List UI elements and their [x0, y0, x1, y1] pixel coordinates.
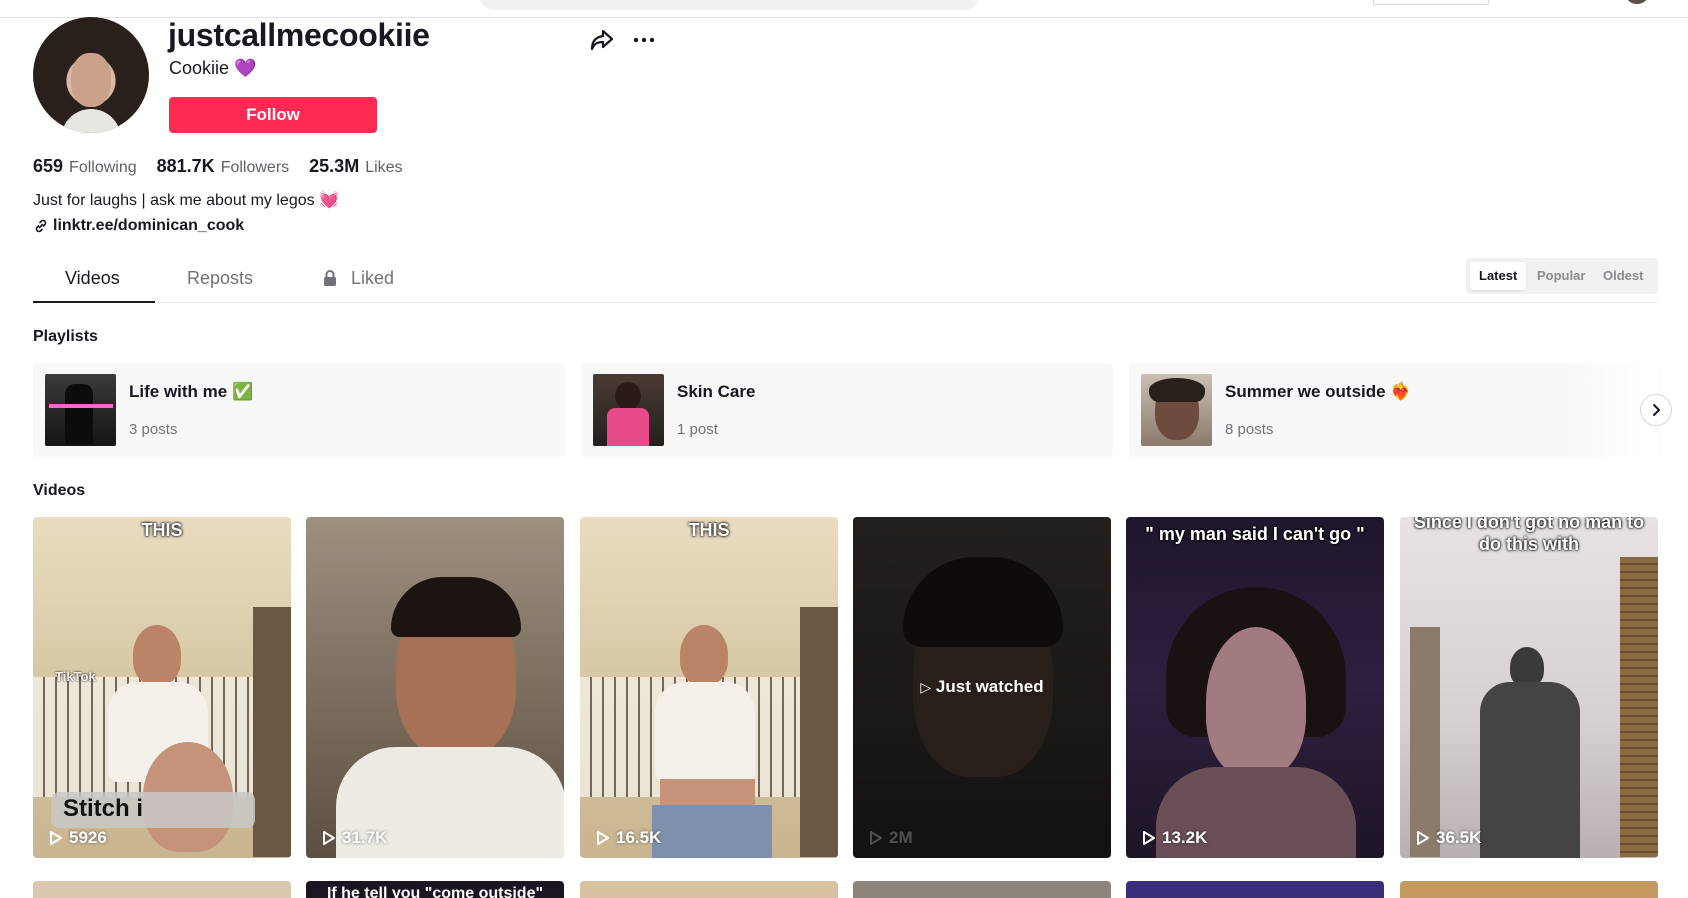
- likes-stat: 25.3M Likes: [309, 156, 402, 177]
- more-icon[interactable]: [632, 28, 656, 52]
- just-watched-label: ▷ Just watched: [920, 677, 1044, 696]
- followers-count: 881.7K: [156, 156, 215, 176]
- tab-reposts[interactable]: Reposts: [187, 268, 253, 289]
- bio: Just for laughs | ask me about my legos …: [33, 192, 339, 209]
- search-bar[interactable]: [479, 0, 979, 10]
- video-card[interactable]: If he tell you "come outside": [306, 881, 564, 898]
- view-count: 36.5K: [1416, 828, 1481, 848]
- bio-link-text: linktr.ee/dominican_cook: [53, 217, 245, 234]
- lock-icon: [324, 270, 336, 286]
- upload-button[interactable]: [1373, 0, 1489, 5]
- sort-latest[interactable]: Latest: [1470, 262, 1527, 290]
- follow-button[interactable]: Follow: [169, 97, 377, 133]
- video-card[interactable]: [580, 881, 838, 898]
- sort-oldest[interactable]: Oldest: [1594, 262, 1652, 290]
- likes-label: Likes: [365, 159, 403, 176]
- playlist-thumbnail: [45, 374, 116, 446]
- view-count: 31.7K: [322, 828, 387, 848]
- playlist-count: 8 posts: [1225, 421, 1274, 438]
- video-card[interactable]: " my man said I can't go " 13.2K: [1126, 517, 1384, 858]
- video-card[interactable]: THIS 16.5K: [580, 517, 838, 858]
- video-caption: THIS: [141, 520, 183, 540]
- play-icon: [50, 831, 62, 845]
- view-count: 5926: [49, 828, 107, 848]
- playlist-thumbnail: [593, 374, 664, 446]
- profile-avatar: [33, 17, 149, 133]
- video-caption: Since I don't got no man to do this with: [1413, 517, 1645, 554]
- tab-liked[interactable]: Liked: [351, 268, 394, 289]
- chevron-right-icon: [1653, 404, 1660, 416]
- share-icon[interactable]: [589, 28, 615, 52]
- following-stat[interactable]: 659 Following: [33, 156, 137, 177]
- tab-videos[interactable]: Videos: [65, 268, 120, 289]
- playlist-title: Summer we outside ❤️‍🔥: [1225, 382, 1412, 401]
- playlist-thumbnail: [1141, 374, 1212, 446]
- view-count: 2M: [869, 828, 913, 848]
- video-card[interactable]: Stitch i TikTok THIS 5926: [33, 517, 291, 858]
- video-card[interactable]: ▷ Just watched 2M: [853, 517, 1111, 858]
- playlist-card[interactable]: Life with me ✅ 3 posts: [33, 363, 565, 457]
- followers-stat[interactable]: 881.7K Followers: [157, 156, 290, 177]
- playlists-heading: Playlists: [33, 328, 98, 345]
- video-card[interactable]: [1126, 881, 1384, 898]
- nickname: Cookiie 💜: [169, 58, 257, 78]
- play-icon: [323, 831, 335, 845]
- playlist-count: 3 posts: [129, 421, 178, 438]
- link-icon: [35, 219, 47, 233]
- playlist-title: Life with me ✅: [129, 382, 254, 401]
- video-card[interactable]: 31.7K: [306, 517, 564, 858]
- video-card[interactable]: [33, 881, 291, 898]
- video-card[interactable]: Since I don't got no man to do this with…: [1400, 517, 1658, 858]
- playlist-title: Skin Care: [677, 382, 756, 401]
- view-count: 16.5K: [596, 828, 661, 848]
- watermark-text: TikTok: [55, 669, 96, 684]
- sort-toggle: Latest Popular Oldest: [1466, 258, 1658, 294]
- play-icon: [870, 831, 882, 845]
- playlist-card[interactable]: Skin Care 1 post: [581, 363, 1113, 457]
- username: justcallmecookiie: [168, 17, 430, 53]
- profile-tabs: Videos Reposts Liked: [33, 262, 1657, 303]
- play-icon: [1143, 831, 1155, 845]
- video-card[interactable]: [1400, 881, 1658, 898]
- stitch-overlay-text: Stitch i: [63, 795, 144, 822]
- active-tab-indicator: [33, 301, 155, 303]
- video-caption: If he tell you "come outside": [326, 885, 544, 898]
- playlist-next-button[interactable]: [1640, 394, 1672, 426]
- bio-link[interactable]: linktr.ee/dominican_cook: [33, 217, 244, 235]
- videos-heading: Videos: [33, 482, 86, 499]
- profile-stats: 659 Following 881.7K Followers 25.3M Lik…: [33, 156, 403, 177]
- following-count: 659: [33, 156, 64, 176]
- followers-label: Followers: [220, 159, 290, 176]
- play-icon: [597, 831, 609, 845]
- video-caption: THIS: [688, 520, 730, 540]
- video-caption: " my man said I can't go ": [1145, 524, 1365, 544]
- account-avatar[interactable]: [1626, 0, 1648, 4]
- top-nav: [0, 0, 1688, 18]
- video-card[interactable]: [853, 881, 1111, 898]
- likes-count: 25.3M: [309, 156, 360, 176]
- play-icon: [1417, 831, 1429, 845]
- playlist-count: 1 post: [677, 421, 718, 438]
- sort-popular[interactable]: Popular: [1528, 262, 1594, 290]
- following-label: Following: [69, 159, 137, 176]
- view-count: 13.2K: [1142, 828, 1207, 848]
